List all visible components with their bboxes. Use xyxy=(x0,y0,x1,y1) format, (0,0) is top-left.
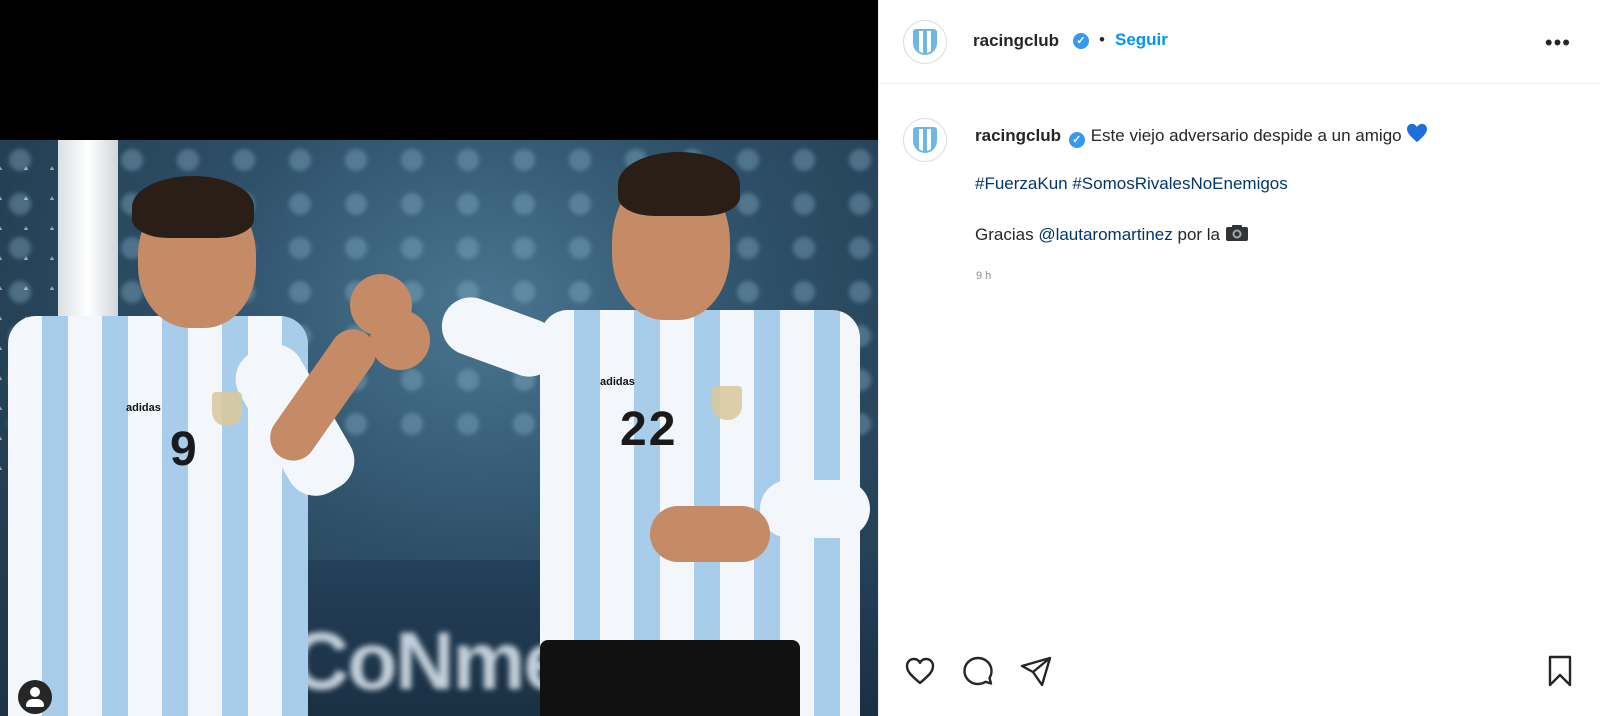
post-timestamp[interactable]: 9 h xyxy=(976,270,991,282)
blue-heart-icon xyxy=(1406,123,1428,143)
afa-badge xyxy=(712,386,742,420)
camera-icon xyxy=(1225,224,1249,242)
caption-line-3: Gracias @lautaromartinez por la xyxy=(975,224,1249,245)
jersey-number: 22 xyxy=(620,403,678,456)
caption-suffix: por la xyxy=(1177,225,1221,244)
share-icon[interactable] xyxy=(1019,654,1053,688)
caption-line-1: racingclub ✓ Este viejo adversario despid… xyxy=(975,123,1575,148)
caption-username[interactable]: racingclub xyxy=(975,126,1061,145)
follow-button[interactable]: Seguir xyxy=(1115,30,1168,50)
caption-hashtags[interactable]: #FuerzaKun #SomosRivalesNoEnemigos xyxy=(975,174,1288,194)
afa-badge xyxy=(212,392,242,426)
verified-badge-icon: ✓ xyxy=(1068,132,1085,148)
racing-crest-icon xyxy=(913,127,937,153)
verified-badge-icon: ✓ xyxy=(1073,33,1089,49)
caption-thanks: Gracias xyxy=(975,225,1034,244)
like-icon[interactable] xyxy=(903,654,937,688)
mention-link[interactable]: @lautaromartinez xyxy=(1038,225,1172,244)
post-photo: CoNmeb adidas 9 adidas 22 xyxy=(0,140,878,716)
separator-dot: • xyxy=(1099,30,1105,49)
comment-icon[interactable] xyxy=(961,654,995,688)
adidas-logo: adidas xyxy=(600,376,635,388)
caption-avatar[interactable] xyxy=(903,118,947,162)
user-tag-icon[interactable] xyxy=(18,680,52,714)
caption-text: Este viejo adversario despide a un amigo xyxy=(1090,126,1402,145)
post-header: racingclub ✓ • Seguir ••• xyxy=(879,0,1600,84)
more-options-icon[interactable]: ••• xyxy=(1545,30,1571,56)
save-icon[interactable] xyxy=(1543,654,1577,688)
post-media[interactable]: CoNmeb adidas 9 adidas 22 xyxy=(0,0,878,716)
adidas-logo: adidas xyxy=(126,402,161,414)
racing-crest-icon xyxy=(913,29,937,55)
jersey-number: 9 xyxy=(170,423,197,476)
header-username[interactable]: racingclub xyxy=(973,31,1059,51)
post-actions xyxy=(879,648,1600,700)
account-avatar[interactable] xyxy=(903,20,947,64)
post-panel: racingclub ✓ • Seguir ••• racingclub ✓ Es… xyxy=(878,0,1600,716)
